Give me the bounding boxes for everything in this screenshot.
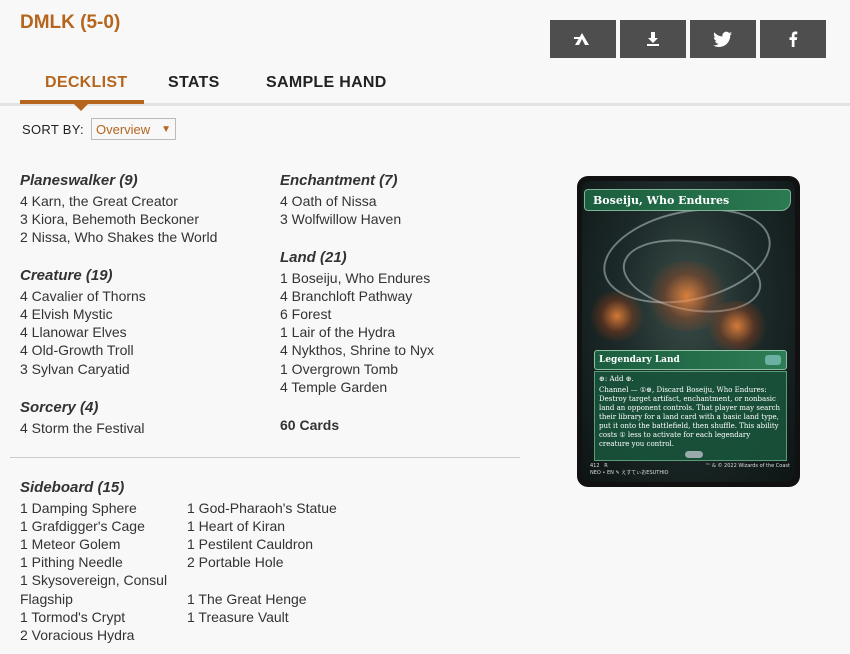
art-glow (702, 301, 772, 351)
card-line[interactable]: 1 Lair of the Hydra (280, 323, 395, 341)
card-line[interactable]: 4 Karn, the Great Creator (20, 192, 178, 210)
card-line[interactable]: 1 Heart of Kiran (187, 517, 285, 535)
card-copyright: ™ & © 2022 Wizards of the Coast (705, 463, 790, 469)
section-sideboard-title: Sideboard (15) (20, 479, 125, 496)
share-buttons (550, 20, 826, 58)
card-preview-image: Boseiju, Who Endures Legendary Land ⊕: A… (577, 176, 800, 487)
section-creature-title: Creature (19) (20, 267, 113, 284)
card-line[interactable]: 1 Treasure Vault (187, 608, 289, 626)
card-ability-2: Channel — ①⊕, Discard Boseiju, Who Endur… (599, 386, 781, 448)
card-line[interactable]: 1 Meteor Golem (20, 535, 120, 553)
card-line[interactable]: 1 Boseiju, Who Endures (280, 269, 430, 287)
card-line[interactable]: 4 Llanowar Elves (20, 323, 127, 341)
card-line[interactable]: 1 Overgrown Tomb (280, 360, 398, 378)
set-symbol-icon (765, 355, 781, 365)
sort-dropdown[interactable]: Overview ▼ (91, 118, 176, 140)
card-name: Boseiju, Who Endures (584, 189, 791, 211)
download-icon (647, 32, 659, 46)
card-line[interactable]: 1 God-Pharaoh's Statue (187, 499, 337, 517)
card-line[interactable]: 4 Temple Garden (280, 378, 387, 396)
card-line[interactable]: 4 Cavalier of Thorns (20, 287, 146, 305)
sort-selected-value: Overview (96, 121, 151, 137)
card-line[interactable]: 1 Pestilent Cauldron (187, 535, 313, 553)
section-enchantment-title: Enchantment (7) (280, 172, 398, 189)
tab-decklist[interactable]: DECKLIST (45, 74, 127, 92)
chevron-down-icon: ▼ (161, 123, 171, 135)
card-typeline: Legendary Land (594, 350, 787, 370)
deck-tabs: DECKLIST STATS SAMPLE HAND (0, 60, 850, 111)
card-line[interactable]: 4 Storm the Festival (20, 419, 145, 437)
card-line[interactable]: 4 Oath of Nissa (280, 192, 377, 210)
card-line[interactable]: 2 Nissa, Who Shakes the World (20, 228, 217, 246)
card-line[interactable]: 3 Sylvan Caryatid (20, 360, 130, 378)
section-land-title: Land (21) (280, 249, 347, 266)
card-line[interactable]: 3 Kiora, Behemoth Beckoner (20, 210, 199, 228)
active-tab-caret (74, 104, 88, 111)
card-line[interactable]: 4 Elvish Mystic (20, 305, 113, 323)
card-line[interactable]: 1 Pithing Needle (20, 553, 123, 571)
card-line[interactable]: 2 Voracious Hydra (20, 626, 134, 644)
twitter-icon (713, 31, 732, 47)
card-line-continued[interactable]: Flagship (20, 590, 73, 608)
card-rules-text: ⊕: Add ⊕. Channel — ①⊕, Discard Boseiju,… (594, 371, 787, 461)
sort-label: SORT BY: (22, 122, 84, 137)
deck-title: DMLK (5-0) (20, 12, 121, 33)
export-arena-button[interactable] (550, 20, 616, 58)
card-line[interactable]: 1 Tormod's Crypt (20, 608, 125, 626)
card-ability-1: ⊕: Add ⊕. (599, 375, 634, 383)
download-button[interactable] (620, 20, 686, 58)
deck-total: 60 Cards (280, 417, 340, 433)
card-line[interactable]: 6 Forest (280, 305, 331, 323)
arena-icon (574, 33, 589, 45)
card-footer: 412 R NEO • EN ✎ えすてぃおESUTHIO ™ & © 2022… (590, 463, 790, 476)
card-line[interactable]: 4 Nykthos, Shrine to Nyx (280, 341, 434, 359)
tab-sample-hand[interactable]: SAMPLE HAND (266, 74, 387, 92)
tab-stats[interactable]: STATS (168, 74, 220, 92)
sideboard-divider (10, 457, 520, 458)
art-glow (587, 291, 647, 341)
card-bottom-oval (685, 451, 703, 458)
facebook-share-button[interactable] (760, 20, 826, 58)
card-type: Legendary Land (599, 355, 680, 365)
card-line[interactable]: 4 Branchloft Pathway (280, 287, 412, 305)
twitter-share-button[interactable] (690, 20, 756, 58)
facebook-icon (789, 31, 798, 47)
card-line[interactable]: 1 Skysovereign, Consul (20, 571, 167, 589)
card-line[interactable]: 4 Old-Growth Troll (20, 341, 134, 359)
section-sorcery-title: Sorcery (4) (20, 399, 99, 416)
card-line[interactable]: 1 Damping Sphere (20, 499, 137, 517)
card-line[interactable]: 2 Portable Hole (187, 553, 284, 571)
card-line[interactable]: 1 Grafdigger's Cage (20, 517, 145, 535)
card-line[interactable]: 3 Wolfwillow Haven (280, 210, 401, 228)
card-line[interactable]: 1 The Great Henge (187, 590, 307, 608)
card-collector-info: 412 R NEO • EN ✎ えすてぃおESUTHIO (590, 463, 669, 476)
section-planeswalker-title: Planeswalker (9) (20, 172, 138, 189)
